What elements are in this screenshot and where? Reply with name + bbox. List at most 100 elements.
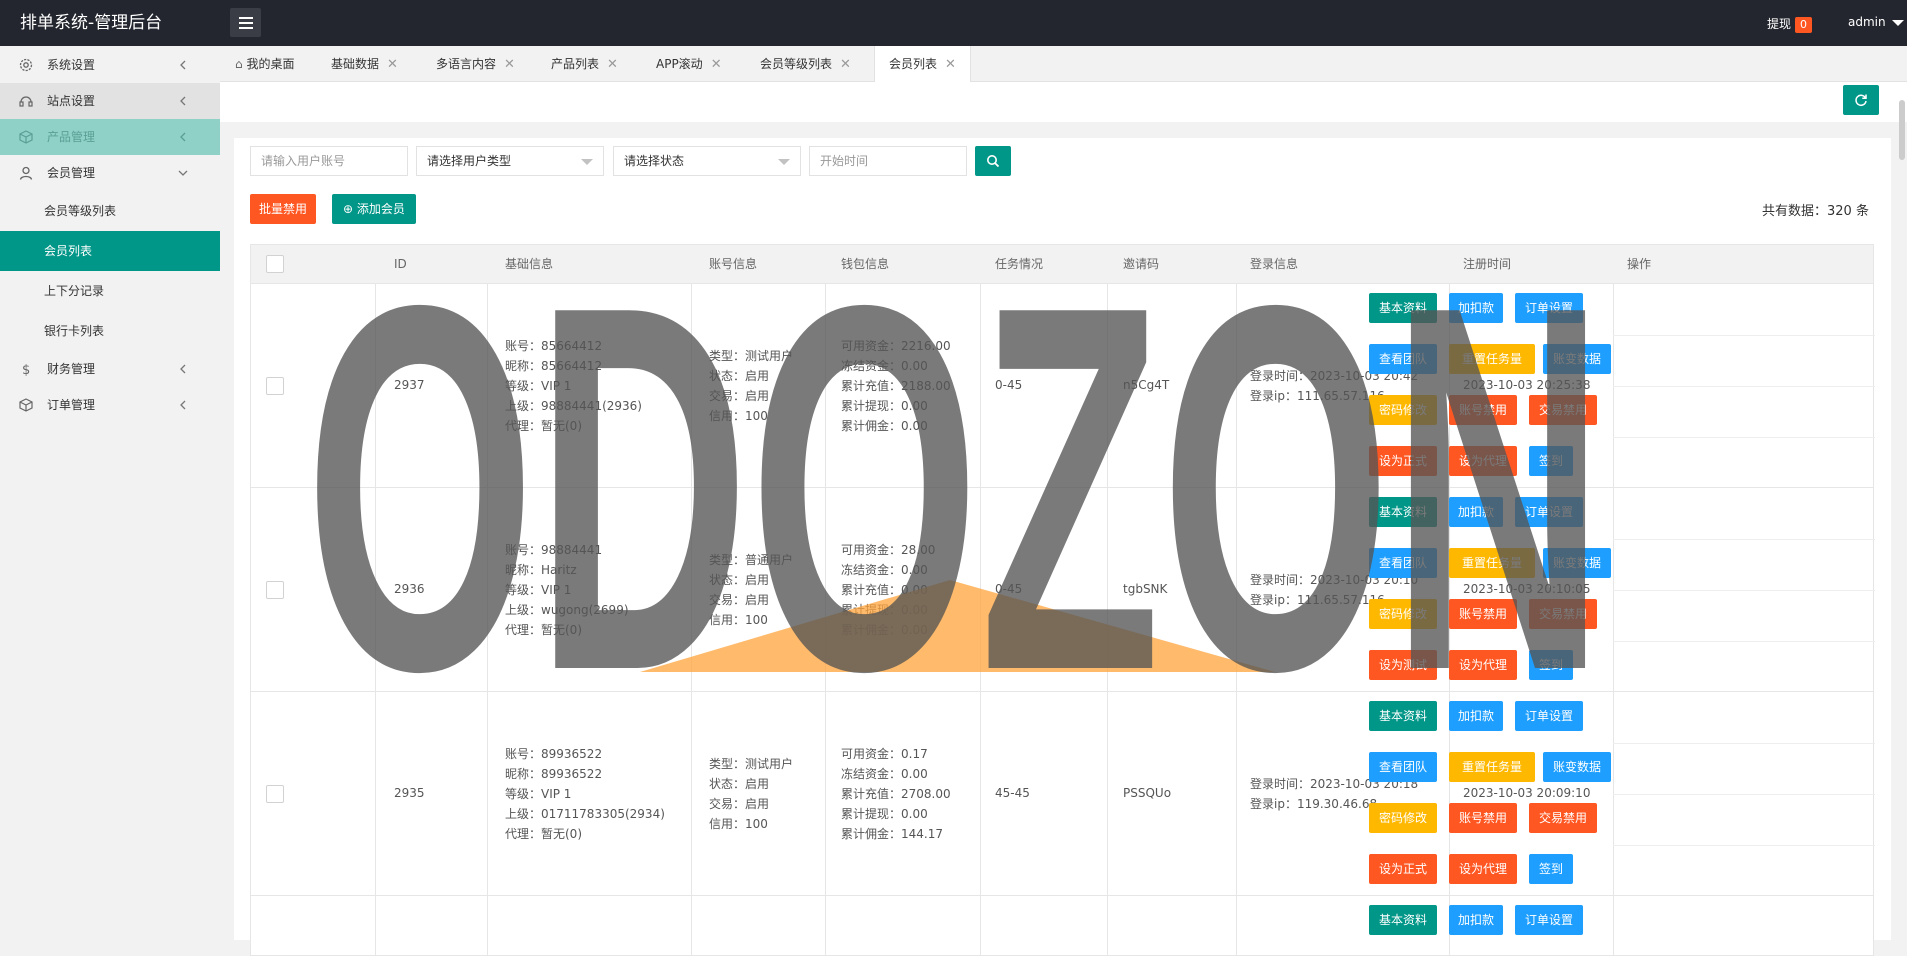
- sidebar-item-products[interactable]: 产品管理: [0, 119, 220, 155]
- close-icon[interactable]: ✕: [945, 57, 956, 72]
- action-button[interactable]: 交易禁用: [1529, 803, 1597, 833]
- sidebar-item-system[interactable]: 系统设置: [0, 47, 220, 83]
- close-icon[interactable]: ✕: [711, 57, 722, 72]
- action-button[interactable]: 基本资料: [1369, 497, 1437, 527]
- column-divider: [1107, 488, 1108, 692]
- withdraw-link[interactable]: 提现 0: [1767, 15, 1813, 33]
- refresh-button[interactable]: [1843, 85, 1879, 115]
- row-checkbox[interactable]: [266, 377, 284, 395]
- action-button[interactable]: 重置任务量: [1449, 752, 1535, 782]
- sidebar-sub-member-levels[interactable]: 会员等级列表: [0, 191, 220, 231]
- action-button[interactable]: 账号禁用: [1449, 599, 1517, 629]
- row-checkbox[interactable]: [266, 785, 284, 803]
- column-divider: [825, 896, 826, 956]
- action-button[interactable]: 加扣款: [1449, 293, 1503, 323]
- cell-account-info-line: 交易：启用: [709, 593, 770, 607]
- user-menu[interactable]: admin: [1848, 15, 1904, 29]
- tab-member-list[interactable]: 会员列表 ✕: [874, 46, 971, 82]
- action-button[interactable]: 设为正式: [1369, 446, 1437, 476]
- search-button[interactable]: [975, 146, 1011, 176]
- account-search-input[interactable]: 请输入用户账号: [250, 146, 408, 176]
- action-button[interactable]: 密码修改: [1369, 803, 1437, 833]
- sidebar-item-label: 会员管理: [47, 166, 96, 180]
- action-button[interactable]: 基本资料: [1369, 293, 1437, 323]
- refresh-icon: [1855, 94, 1867, 107]
- plus-circle-icon: ⊕: [343, 202, 357, 216]
- tab-multilang[interactable]: 多语言内容 ✕: [436, 46, 515, 82]
- column-divider: [1613, 896, 1614, 956]
- cell-id: 2936: [394, 582, 425, 596]
- action-button[interactable]: 签到: [1529, 650, 1573, 680]
- action-button[interactable]: 账变数据: [1543, 344, 1611, 374]
- column-divider: [375, 284, 376, 488]
- action-button[interactable]: 查看团队: [1369, 752, 1437, 782]
- action-button[interactable]: 订单设置: [1515, 701, 1583, 731]
- tab-desktop[interactable]: ⌂ 我的桌面: [235, 46, 294, 82]
- sidebar-sub-score-records[interactable]: 上下分记录: [0, 271, 220, 311]
- close-icon[interactable]: ✕: [504, 57, 515, 72]
- action-button[interactable]: 加扣款: [1449, 701, 1503, 731]
- withdraw-label: 提现: [1767, 17, 1792, 31]
- cell-wallet-info-line: 冻结资金：0.00: [841, 767, 928, 781]
- action-button[interactable]: 账变数据: [1543, 548, 1611, 578]
- action-button[interactable]: 设为代理: [1449, 446, 1517, 476]
- tab-products[interactable]: 产品列表 ✕: [551, 46, 618, 82]
- start-time-input[interactable]: 开始时间: [809, 146, 967, 176]
- add-member-button[interactable]: ⊕ 添加会员: [332, 194, 416, 224]
- close-icon[interactable]: ✕: [840, 57, 851, 72]
- sidebar-item-site[interactable]: 站点设置: [0, 83, 220, 119]
- tab-basic-data[interactable]: 基础数据 ✕: [331, 46, 398, 82]
- gear-icon: [19, 58, 33, 72]
- sidebar-sub-bank-cards[interactable]: 银行卡列表: [0, 311, 220, 351]
- chevron-down-icon: [178, 170, 188, 176]
- action-button[interactable]: 查看团队: [1369, 548, 1437, 578]
- action-button[interactable]: 密码修改: [1369, 395, 1437, 425]
- close-icon[interactable]: ✕: [387, 57, 398, 72]
- action-button[interactable]: 签到: [1529, 446, 1573, 476]
- action-button[interactable]: 加扣款: [1449, 905, 1503, 935]
- action-button[interactable]: 基本资料: [1369, 905, 1437, 935]
- select-all-checkbox[interactable]: [266, 255, 284, 273]
- action-button[interactable]: 加扣款: [1449, 497, 1503, 527]
- action-button[interactable]: 账号禁用: [1449, 803, 1517, 833]
- action-button[interactable]: 订单设置: [1515, 905, 1583, 935]
- tab-member-levels[interactable]: 会员等级列表 ✕: [760, 46, 851, 82]
- action-button[interactable]: 设为代理: [1449, 650, 1517, 680]
- tab-app-scroll[interactable]: APP滚动 ✕: [656, 46, 722, 82]
- menu-toggle-button[interactable]: [230, 8, 261, 37]
- close-icon[interactable]: ✕: [607, 57, 618, 72]
- action-button[interactable]: 订单设置: [1515, 293, 1583, 323]
- sidebar-item-finance[interactable]: $ 财务管理: [0, 351, 220, 387]
- action-button[interactable]: 设为测试: [1369, 650, 1437, 680]
- tab-label: 会员等级列表: [760, 57, 833, 71]
- action-button[interactable]: 基本资料: [1369, 701, 1437, 731]
- user-icon: [19, 166, 33, 180]
- user-type-select[interactable]: 请选择用户类型: [416, 146, 604, 176]
- cell-wallet-info-line: 累计充值：2188.00: [841, 379, 951, 393]
- action-button[interactable]: 设为正式: [1369, 854, 1437, 884]
- sidebar-sub-member-list[interactable]: 会员列表: [0, 231, 220, 271]
- status-select[interactable]: 请选择状态: [613, 146, 801, 176]
- action-button[interactable]: 重置任务量: [1449, 344, 1535, 374]
- action-button[interactable]: 查看团队: [1369, 344, 1437, 374]
- action-button[interactable]: 设为代理: [1449, 854, 1517, 884]
- sidebar-item-label: 站点设置: [47, 94, 96, 108]
- row-checkbox[interactable]: [266, 581, 284, 599]
- column-divider: [375, 488, 376, 692]
- username: admin: [1848, 15, 1886, 29]
- action-button[interactable]: 账变数据: [1543, 752, 1611, 782]
- sidebar-item-orders[interactable]: 订单管理: [0, 387, 220, 423]
- col-account: 账号信息: [709, 257, 758, 271]
- action-button[interactable]: 账号禁用: [1449, 395, 1517, 425]
- scrollbar[interactable]: [1899, 100, 1905, 160]
- action-button[interactable]: 密码修改: [1369, 599, 1437, 629]
- column-divider: [487, 488, 488, 692]
- action-button[interactable]: 订单设置: [1515, 497, 1583, 527]
- action-button[interactable]: 重置任务量: [1449, 548, 1535, 578]
- action-button[interactable]: 交易禁用: [1529, 599, 1597, 629]
- action-button[interactable]: 签到: [1529, 854, 1573, 884]
- batch-disable-button[interactable]: 批量禁用: [250, 194, 316, 224]
- sidebar-item-members[interactable]: 会员管理: [0, 155, 220, 191]
- tab-label: 产品列表: [551, 57, 600, 71]
- action-button[interactable]: 交易禁用: [1529, 395, 1597, 425]
